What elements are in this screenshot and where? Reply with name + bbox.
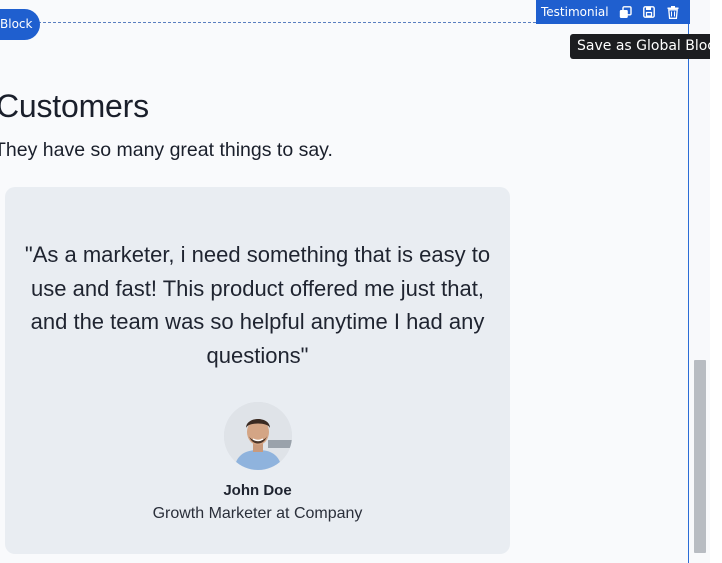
testimonial-quote: "As a marketer, i need something that is… [24, 242, 491, 368]
block-type-label: Testimonial [541, 5, 609, 19]
block-label: Block [0, 17, 33, 31]
duplicate-icon[interactable] [619, 4, 632, 20]
block-selection-border [688, 24, 689, 563]
section-subheading: They have so many great things to say. [0, 139, 333, 161]
window-edge [710, 0, 722, 563]
testimonial-author-name: John Doe [223, 482, 292, 499]
block-label-tab[interactable]: Block [0, 9, 40, 40]
block-toolbar: Testimonial [536, 0, 690, 24]
section-heading: Customers [0, 88, 149, 124]
testimonial-author-role: Growth Marketer at Company [152, 505, 363, 522]
block-selection-outline [38, 22, 536, 23]
save-icon[interactable] [643, 4, 656, 20]
avatar [224, 402, 292, 470]
trash-icon[interactable] [666, 4, 679, 20]
scrollbar-thumb[interactable] [694, 360, 706, 553]
